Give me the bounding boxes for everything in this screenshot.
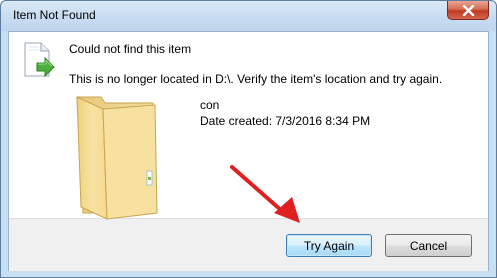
close-x-icon	[462, 4, 474, 16]
folder-icon	[76, 96, 158, 220]
dialog-message: This is no longer located in D:\. Verify…	[69, 72, 443, 86]
red-arrow-icon	[230, 165, 300, 223]
close-button[interactable]	[447, 1, 489, 20]
dialog-heading: Could not find this item	[69, 42, 192, 56]
item-date-created: Date created: 7/3/2016 8:34 PM	[200, 114, 371, 128]
dialog-window: Item Not Found Could not find this item …	[0, 0, 497, 278]
window-title: Item Not Found	[13, 8, 96, 22]
file-move-icon	[24, 42, 55, 78]
title-bar[interactable]: Item Not Found	[1, 1, 496, 31]
item-name: con	[200, 98, 220, 112]
cancel-button[interactable]: Cancel	[385, 234, 472, 257]
try-again-button[interactable]: Try Again	[286, 234, 372, 257]
